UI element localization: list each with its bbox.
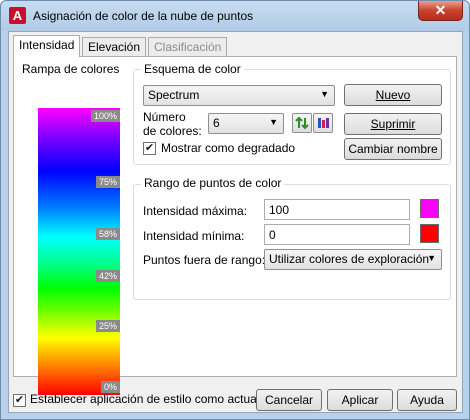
- gradient-checkbox[interactable]: ✔: [143, 142, 156, 155]
- tab-label: Elevación: [88, 40, 141, 54]
- help-button[interactable]: Ayuda: [397, 389, 457, 411]
- color-ramp: 100% 75% 58% 42% 25% 0%: [38, 108, 120, 395]
- max-intensity-label: Intensidad máxima:: [143, 204, 248, 218]
- apply-style-label: Establecer aplicación de estilo como act…: [30, 392, 260, 406]
- cancel-button[interactable]: Cancelar: [256, 389, 322, 411]
- tab-label: Intensidad: [19, 38, 75, 52]
- autocad-logo-icon: A: [9, 7, 26, 24]
- chevron-down-icon: ▼: [320, 89, 329, 99]
- color-scheme-dropdown[interactable]: Spectrum ▼: [143, 85, 335, 106]
- ramp-tick: 42%: [95, 270, 120, 282]
- delete-button-label: Suprimir: [370, 117, 416, 131]
- window-title: Asignación de color de la nube de puntos: [33, 9, 254, 23]
- rename-button-label: Cambiar nombre: [348, 142, 438, 156]
- min-intensity-input[interactable]: 0: [264, 224, 410, 245]
- reverse-colors-button[interactable]: [292, 113, 312, 133]
- delete-button[interactable]: Suprimir: [344, 113, 442, 135]
- ramp-tick: 58%: [95, 228, 120, 240]
- color-scheme-caption: Esquema de color: [141, 62, 244, 76]
- ramp-label: Rampa de colores: [22, 62, 120, 76]
- color-bars-icon: [318, 118, 329, 128]
- min-intensity-label: Intensidad mínima:: [143, 229, 245, 243]
- ramp-tick: 25%: [95, 320, 120, 332]
- close-button[interactable]: ✕: [418, 1, 463, 21]
- out-of-range-dropdown[interactable]: Utilizar colores de exploración ▼: [264, 249, 442, 270]
- num-colors-dropdown[interactable]: 6 ▼: [208, 113, 284, 134]
- tab-clasificacion: Clasificación: [148, 37, 228, 56]
- color-scheme-value: Spectrum: [148, 88, 200, 102]
- apply-style-checkbox[interactable]: ✔: [13, 394, 26, 407]
- tab-elevacion[interactable]: Elevación: [82, 37, 147, 56]
- tab-panel-intensidad: Rampa de colores 100% 75% 58% 42% 25% 0%…: [13, 56, 457, 395]
- cancel-button-label: Cancelar: [264, 393, 314, 407]
- min-intensity-value: 0: [269, 228, 276, 242]
- tab-label: Clasificación: [154, 40, 222, 54]
- out-of-range-label: Puntos fuera de rango:: [143, 253, 266, 267]
- dialog-window: A Asignación de color de la nube de punt…: [0, 0, 470, 420]
- rename-button[interactable]: Cambiar nombre: [344, 138, 442, 160]
- color-range-caption: Rango de puntos de color: [141, 176, 285, 190]
- dialog-client-area: Intensidad Elevación Clasificación Rampa…: [8, 31, 463, 413]
- help-button-label: Ayuda: [410, 393, 444, 407]
- apply-button-label: Aplicar: [341, 393, 379, 407]
- num-colors-label-line1: Número: [143, 110, 186, 124]
- apply-button[interactable]: Aplicar: [327, 389, 393, 411]
- new-button[interactable]: Nuevo: [344, 84, 442, 106]
- swap-arrows-icon: [295, 116, 309, 130]
- chevron-down-icon: ▼: [427, 253, 436, 263]
- max-intensity-value: 100: [269, 203, 290, 217]
- out-of-range-value: Utilizar colores de exploración: [269, 252, 430, 266]
- min-color-swatch[interactable]: [420, 224, 439, 243]
- tab-intensidad[interactable]: Intensidad: [13, 35, 81, 57]
- chevron-down-icon: ▼: [269, 117, 278, 127]
- num-colors-value: 6: [213, 116, 220, 130]
- num-colors-label-line2: de colores:: [143, 124, 202, 138]
- gradient-label: Mostrar como degradado: [161, 141, 296, 155]
- title-bar[interactable]: A Asignación de color de la nube de punt…: [1, 1, 469, 31]
- new-button-label: Nuevo: [375, 88, 411, 102]
- edit-colors-button[interactable]: [313, 113, 333, 133]
- ramp-tick: 75%: [95, 176, 120, 188]
- max-color-swatch[interactable]: [420, 199, 439, 218]
- ramp-tick: 100%: [90, 110, 120, 122]
- max-intensity-input[interactable]: 100: [264, 199, 410, 220]
